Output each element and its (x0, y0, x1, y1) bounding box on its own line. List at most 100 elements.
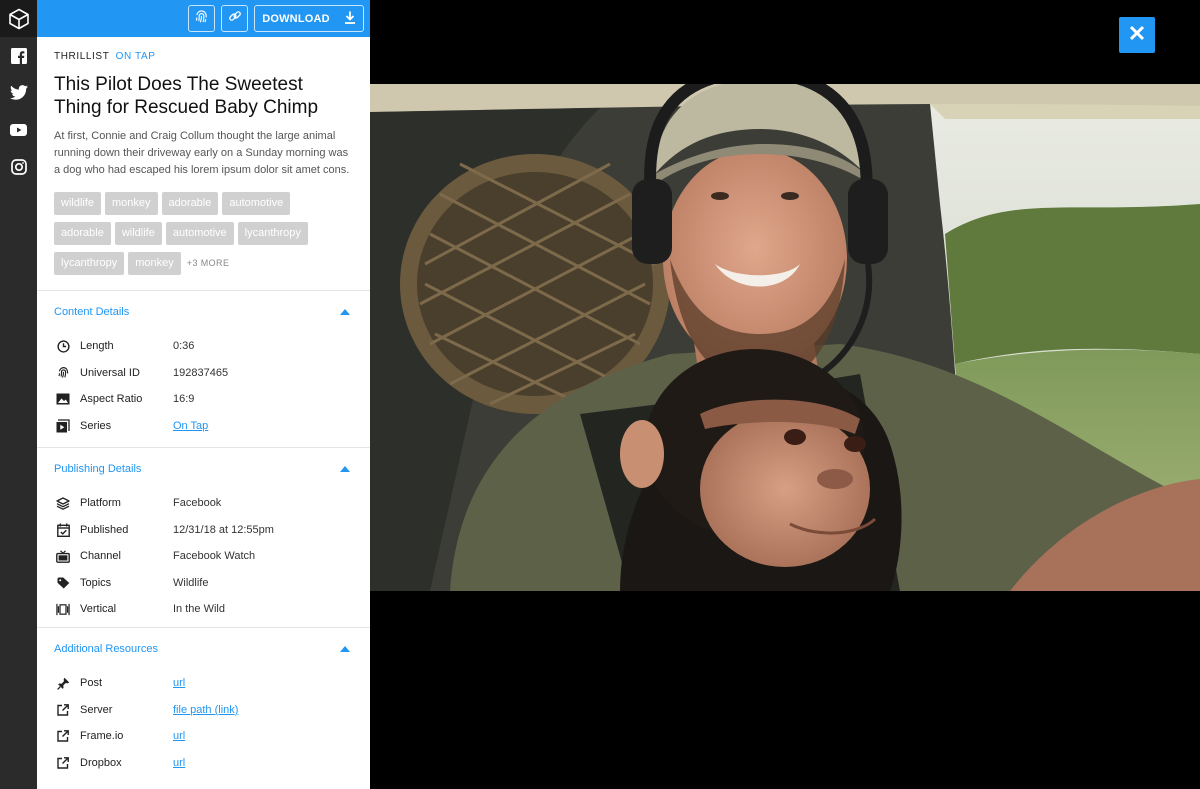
tag-chip[interactable]: wildlife (54, 192, 102, 215)
collapse-caret-icon (340, 309, 350, 315)
close-icon (1129, 25, 1145, 46)
external-link-icon (56, 703, 70, 717)
section-heading: Content Details (54, 306, 130, 318)
pin-icon (56, 676, 70, 690)
detail-label: Topics (80, 576, 112, 589)
detail-value: Facebook Watch (173, 550, 256, 563)
resource-label: Frame.io (80, 730, 124, 743)
detail-value: 16:9 (173, 393, 195, 406)
media-viewer (370, 0, 1200, 789)
twitter-icon[interactable] (0, 74, 37, 111)
resource-link[interactable]: url (173, 730, 185, 742)
resource-link[interactable]: file path (link) (173, 704, 238, 716)
detail-label: Series (80, 419, 112, 432)
cube-logo-icon[interactable] (0, 0, 37, 37)
resource-label: Dropbox (80, 756, 122, 769)
fingerprint-icon (56, 366, 70, 380)
tag-chip[interactable]: monkey (105, 192, 158, 215)
resource-label: Server (80, 703, 113, 716)
additional-resources-section: Additional Resources Post url Server fil… (37, 627, 370, 776)
tag-list: wildlife monkey adorable automotiveadorable… (37, 179, 347, 282)
more-tags-link[interactable]: +3 MORE (185, 252, 230, 275)
copy-link-button[interactable] (221, 5, 248, 32)
detail-value: 12/31/18 at 12:55pm (173, 523, 274, 536)
tv-icon (56, 549, 70, 563)
facebook-icon[interactable] (0, 37, 37, 74)
resource-label: Post (80, 677, 103, 690)
content-details-section: Content Details Length 0:36 Universal ID… (37, 290, 370, 439)
detail-row-topics: Topics Wildlife (37, 570, 370, 597)
clock-icon (56, 339, 70, 353)
image-icon (56, 392, 70, 406)
publishing-details-header[interactable]: Publishing Details (37, 448, 370, 490)
resource-row-dropbox: Dropbox url (37, 750, 370, 777)
detail-row-published: Published 12/31/18 at 12:55pm (37, 517, 370, 544)
detail-label: Channel (80, 550, 121, 563)
series-play-icon (56, 419, 70, 433)
detail-label: Length (80, 340, 114, 353)
link-icon (228, 9, 242, 28)
resource-row-frameio: Frame.io url (37, 723, 370, 750)
detail-row-universal-id: Universal ID 192837465 (37, 360, 370, 387)
tag-chip[interactable]: automotive (165, 222, 234, 245)
vertical-icon (56, 602, 70, 616)
download-icon (344, 11, 356, 27)
series-link[interactable]: On Tap (173, 420, 208, 432)
close-button[interactable] (1119, 17, 1155, 53)
tag-chip[interactable]: lycanthropy (237, 222, 308, 245)
resource-link[interactable]: url (173, 757, 185, 769)
detail-row-vertical: Vertical In the Wild (37, 596, 370, 623)
layers-icon (56, 496, 70, 510)
tag-chip[interactable]: automotive (222, 192, 291, 215)
detail-value: 0:36 (173, 340, 195, 353)
detail-label: Aspect Ratio (80, 393, 143, 406)
tag-chip[interactable]: wildlife (114, 222, 162, 245)
detail-row-platform: Platform Facebook (37, 490, 370, 517)
kicker: THRILLIST ON TAP (54, 51, 353, 62)
video-header: THRILLIST ON TAP This Pilot Does The Swe… (37, 37, 370, 179)
collapse-caret-icon (340, 646, 350, 652)
tag-chip[interactable]: adorable (54, 222, 111, 245)
tag-chip[interactable]: lycanthropy (54, 252, 125, 275)
fingerprint-button[interactable] (188, 5, 215, 32)
brand-name: THRILLIST (54, 51, 110, 62)
detail-value: 192837465 (173, 366, 229, 379)
social-rail (0, 0, 37, 789)
detail-label: Platform (80, 497, 121, 510)
section-heading: Publishing Details (54, 463, 142, 475)
tag-chip[interactable]: monkey (128, 252, 181, 275)
detail-label: Published (80, 523, 129, 536)
resource-row-server: Server file path (link) (37, 697, 370, 724)
resource-link[interactable]: url (173, 677, 185, 689)
external-link-icon (56, 756, 70, 770)
video-title: This Pilot Does The Sweetest Thing for R… (54, 74, 319, 118)
detail-label: Vertical (80, 603, 117, 616)
detail-row-length: Length 0:36 (37, 333, 370, 360)
external-link-icon (56, 729, 70, 743)
youtube-icon[interactable] (0, 111, 37, 148)
tag-chip[interactable]: adorable (161, 192, 219, 215)
detail-value: Facebook (173, 497, 222, 510)
details-panel: DOWNLOAD THRILLIST ON TAP This Pilot Doe… (37, 0, 370, 789)
tag-icon (56, 576, 70, 590)
detail-label: Universal ID (80, 366, 140, 379)
instagram-icon[interactable] (0, 148, 37, 185)
detail-row-aspect-ratio: Aspect Ratio 16:9 (37, 386, 370, 413)
detail-row-channel: Channel Facebook Watch (37, 543, 370, 570)
detail-row-series: Series On Tap (37, 413, 370, 440)
fingerprint-icon (194, 9, 209, 29)
download-button[interactable]: DOWNLOAD (254, 5, 364, 32)
detail-value: Wildlife (173, 576, 209, 589)
download-label: DOWNLOAD (262, 12, 330, 25)
additional-resources-header[interactable]: Additional Resources (37, 628, 370, 670)
video-description: At first, Connie and Craig Collum though… (54, 130, 350, 176)
calendar-check-icon (56, 523, 70, 537)
detail-value: In the Wild (173, 603, 225, 616)
publishing-details-section: Publishing Details Platform Facebook Pub… (37, 447, 370, 623)
panel-toolbar: DOWNLOAD (37, 0, 370, 37)
series-link[interactable]: ON TAP (116, 51, 156, 62)
section-heading: Additional Resources (54, 643, 158, 655)
content-details-header[interactable]: Content Details (37, 291, 370, 333)
video-still-image[interactable] (370, 84, 1200, 591)
collapse-caret-icon (340, 466, 350, 472)
